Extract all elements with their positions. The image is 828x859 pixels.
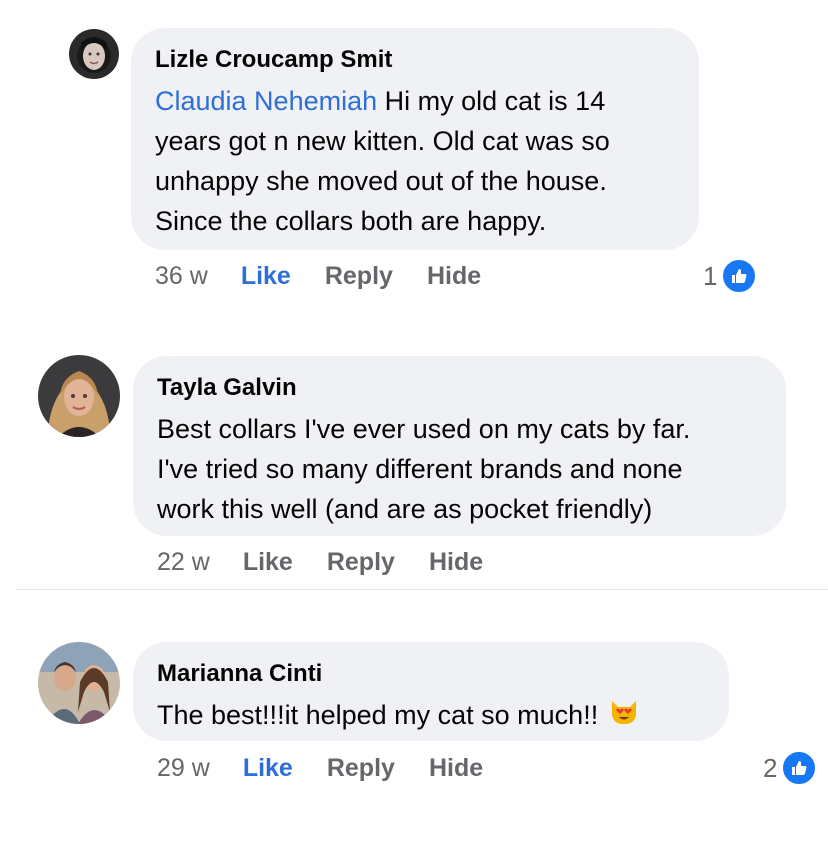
reply-button[interactable]: Reply (325, 261, 393, 291)
reaction-count[interactable]: 2 (763, 750, 818, 786)
comment-actions: 22 w Like Reply Hide (157, 547, 483, 577)
divider (16, 589, 828, 590)
heart-eyes-cat-icon (608, 695, 640, 738)
comment-line: work this well (and are as pocket friend… (157, 494, 653, 524)
avatar[interactable] (38, 642, 120, 724)
comment-author[interactable]: Tayla Galvin (157, 373, 762, 403)
comment-line: I've tried so many different brands and … (157, 454, 683, 484)
comment-text: Best collars I've ever used on my cats b… (157, 409, 762, 529)
mention-link[interactable]: Claudia Nehemiah (155, 86, 377, 116)
avatar[interactable] (69, 29, 119, 79)
comment-line: Best collars I've ever used on my cats b… (157, 414, 691, 444)
like-button[interactable]: Like (241, 261, 291, 291)
reaction-count[interactable]: 1 (703, 258, 758, 294)
hide-button[interactable]: Hide (429, 547, 483, 577)
hide-button[interactable]: Hide (429, 753, 483, 783)
comment-author[interactable]: Lizle Croucamp Smit (155, 45, 675, 75)
comment-line: The best!!!it helped my cat so much!! (157, 700, 599, 730)
comment-actions: 29 w Like Reply Hide (157, 753, 483, 783)
comment-bubble: Marianna Cinti The best!!!it helped my c… (133, 642, 729, 741)
comment-bubble: Lizle Croucamp Smit Claudia Nehemiah Hi … (131, 28, 699, 250)
comment-line: Hi my old cat is 14 (377, 86, 606, 116)
avatar[interactable] (38, 355, 120, 437)
reply-button[interactable]: Reply (327, 547, 395, 577)
timestamp[interactable]: 29 w (157, 753, 210, 783)
thumbs-up-icon (721, 258, 758, 294)
reply-button[interactable]: Reply (327, 753, 395, 783)
comment-text: Claudia Nehemiah Hi my old cat is 14 yea… (155, 81, 675, 241)
comment-actions: 36 w Like Reply Hide (155, 261, 481, 291)
comment-author[interactable]: Marianna Cinti (157, 659, 705, 689)
comment-line: years got n new kitten. Old cat was so (155, 126, 610, 156)
reaction-count-label: 2 (763, 752, 778, 783)
thumbs-up-icon (781, 750, 818, 786)
reaction-count-label: 1 (703, 260, 718, 291)
comment-line: unhappy she moved out of the house. (155, 166, 607, 196)
hide-button[interactable]: Hide (427, 261, 481, 291)
timestamp[interactable]: 22 w (157, 547, 210, 577)
timestamp[interactable]: 36 w (155, 261, 208, 291)
like-button[interactable]: Like (243, 547, 293, 577)
comment-line: Since the collars both are happy. (155, 206, 547, 236)
comment-text: The best!!!it helped my cat so much!! (157, 695, 705, 738)
like-button[interactable]: Like (243, 753, 293, 783)
comment-bubble: Tayla Galvin Best collars I've ever used… (133, 356, 786, 536)
